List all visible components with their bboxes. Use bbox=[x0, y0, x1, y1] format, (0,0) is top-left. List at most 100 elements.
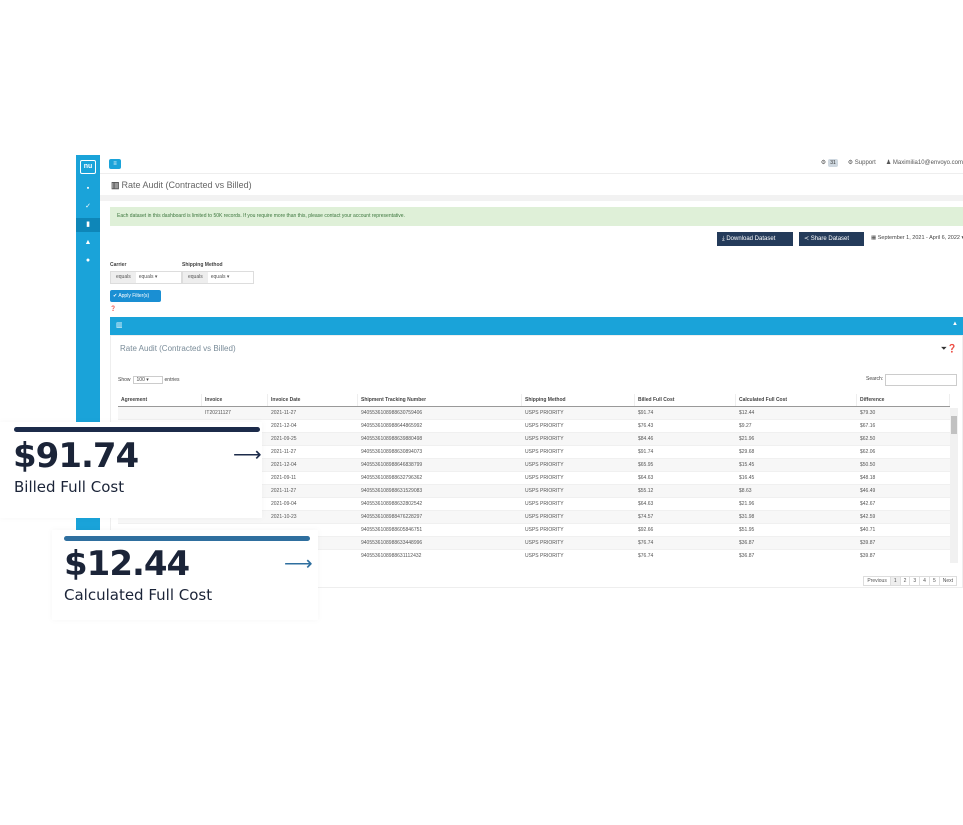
table-cell: $55.12 bbox=[638, 488, 654, 494]
table-cell: USPS PRIORITY bbox=[525, 449, 564, 455]
date-range-picker[interactable]: ▦ September 1, 2021 - April 6, 2022 ▾ bbox=[871, 235, 963, 241]
column-header[interactable]: Difference bbox=[857, 394, 950, 406]
table-cell: 9405536108988639880498 bbox=[361, 436, 423, 442]
help-icon[interactable]: ❓ bbox=[110, 306, 116, 312]
table-cell: $48.18 bbox=[860, 475, 876, 481]
shipping-method-filter[interactable]: equals equals ▾ bbox=[182, 271, 254, 284]
table-cell: $62.06 bbox=[860, 449, 876, 455]
table-cell: 2021-10-23 bbox=[271, 514, 297, 520]
table-cell: 9405536108988632802542 bbox=[361, 501, 423, 507]
menu-toggle-button[interactable]: ≡ bbox=[109, 159, 121, 169]
calculated-cost-callout: $12.44 ⟶ Calculated Full Cost bbox=[52, 530, 318, 620]
search-input[interactable] bbox=[885, 374, 957, 386]
info-alert: Each dataset in this dashboard is limite… bbox=[110, 207, 963, 226]
column-header[interactable]: Billed Full Cost bbox=[635, 394, 736, 406]
bar-chart-icon: ▥ bbox=[111, 180, 120, 190]
apply-filters-button[interactable]: ✔ Apply Filter(s) bbox=[110, 290, 161, 302]
column-header[interactable]: Invoice bbox=[202, 394, 268, 406]
carrier-op-dropdown-label: equals bbox=[138, 274, 154, 280]
table-cell: USPS PRIORITY bbox=[525, 540, 564, 546]
show-entries: Show 100 ▾ entries bbox=[118, 376, 180, 384]
page-title: ▥ Rate Audit (Contracted vs Billed) bbox=[111, 180, 252, 191]
table-cell: USPS PRIORITY bbox=[525, 527, 564, 533]
user-email: Maximilia10@envoyo.com bbox=[892, 160, 963, 166]
table-cell: $21.96 bbox=[739, 436, 755, 442]
table-cell: USPS PRIORITY bbox=[525, 488, 564, 494]
table-cell: $9.27 bbox=[739, 423, 752, 429]
support-link[interactable]: ⚙ Support bbox=[848, 159, 876, 166]
carrier-filter[interactable]: equals equals ▾ bbox=[110, 271, 182, 284]
table-cell: $40.71 bbox=[860, 527, 876, 533]
carrier-op-dropdown[interactable]: equals ▾ bbox=[136, 272, 161, 283]
table-cell: USPS PRIORITY bbox=[525, 423, 564, 429]
table-cell: $42.59 bbox=[860, 514, 876, 520]
date-range-text: September 1, 2021 - April 6, 2022 bbox=[877, 235, 960, 241]
table-cell: 2021-12-04 bbox=[271, 462, 297, 468]
entries-label: entries bbox=[164, 377, 180, 383]
table-cell: $36.87 bbox=[739, 540, 755, 546]
shipping-method-op-dropdown[interactable]: equals ▾ bbox=[208, 272, 233, 283]
entries-select[interactable]: 100 ▾ bbox=[132, 376, 163, 384]
settings-icon[interactable]: ● bbox=[76, 254, 100, 268]
share-dataset-button[interactable]: ≺ Share Dataset bbox=[799, 232, 864, 246]
share-icon: ≺ bbox=[804, 236, 811, 242]
callout-value: $91.74 bbox=[13, 436, 139, 476]
table-cell: 9405536108988632796362 bbox=[361, 475, 423, 481]
table-cell: USPS PRIORITY bbox=[525, 553, 564, 559]
table-cell: $21.96 bbox=[739, 501, 755, 507]
user-menu[interactable]: ♟ Maximilia10@envoyo.com bbox=[886, 159, 963, 166]
table-cell: $76.74 bbox=[638, 553, 654, 559]
table-cell: 2021-11-27 bbox=[271, 449, 297, 455]
table-cell: $91.74 bbox=[638, 410, 654, 416]
search-label: Search: bbox=[866, 376, 884, 382]
download-dataset-button[interactable]: ⤓ Download Dataset bbox=[717, 232, 793, 246]
table-cell: $76.74 bbox=[638, 540, 654, 546]
table-cell: $91.74 bbox=[638, 449, 654, 455]
column-header[interactable]: Shipment Tracking Number bbox=[358, 394, 522, 406]
column-header[interactable]: Invoice Date bbox=[268, 394, 358, 406]
billed-cost-callout: $91.74 ⟶ Billed Full Cost bbox=[0, 422, 262, 518]
notifications[interactable]: ⚙ 31 bbox=[821, 159, 838, 167]
check-icon[interactable]: ✓ bbox=[76, 200, 100, 214]
arrow-right-icon: ⟶ bbox=[284, 553, 313, 575]
table-header: Agreement Invoice Invoice Date Shipment … bbox=[118, 394, 950, 407]
divider bbox=[100, 195, 963, 201]
table-cell: $8.63 bbox=[739, 488, 752, 494]
table-cell bbox=[118, 407, 202, 419]
carrier-filter-label: Carrier bbox=[110, 262, 127, 268]
table-row[interactable]: IT20211127 2021-11-27 94055361089886307594… bbox=[118, 407, 950, 420]
panel-header: ▥ ▲ bbox=[110, 317, 963, 335]
column-header[interactable]: Agreement bbox=[118, 394, 202, 406]
help-circle-icon[interactable]: ❓ bbox=[947, 344, 957, 353]
column-header[interactable]: Shipping Method bbox=[522, 394, 635, 406]
table-cell: $51.95 bbox=[739, 527, 755, 533]
table-cell: USPS PRIORITY bbox=[525, 410, 564, 416]
page-next[interactable]: Next bbox=[938, 576, 957, 586]
table-cell: 2021-09-04 bbox=[271, 501, 297, 507]
table-cell: 9405536108988646838799 bbox=[361, 462, 423, 468]
table-cell: USPS PRIORITY bbox=[525, 436, 564, 442]
table-cell: $12.44 bbox=[739, 410, 755, 416]
table-cell: 9405536108988605846751 bbox=[361, 527, 423, 533]
table-cell: $67.16 bbox=[860, 423, 876, 429]
page-previous[interactable]: Previous bbox=[863, 576, 891, 586]
table-cell: 9405536108988631112432 bbox=[361, 553, 422, 559]
share-label: Share Dataset bbox=[810, 236, 850, 242]
dashboard-icon[interactable]: ▪ bbox=[76, 182, 100, 196]
app-logo: nu bbox=[80, 160, 96, 174]
top-bar: ≡ ⚙ 31 ⚙ Support ♟ Maximilia10@envoyo.com bbox=[100, 155, 963, 174]
truck-icon[interactable]: ▲ bbox=[76, 236, 100, 250]
table-cell: USPS PRIORITY bbox=[525, 514, 564, 520]
table-cell: $31.98 bbox=[739, 514, 755, 520]
callout-label: Calculated Full Cost bbox=[64, 586, 213, 604]
collapse-caret-icon[interactable]: ▲ bbox=[952, 321, 958, 327]
table-cell: 9405536108988644865992 bbox=[361, 423, 423, 429]
column-header[interactable]: Calculated Full Cost bbox=[736, 394, 857, 406]
chart-icon[interactable]: ▮ bbox=[76, 218, 100, 232]
apply-label: Apply Filter(s) bbox=[118, 293, 150, 299]
scroll-thumb[interactable] bbox=[951, 416, 957, 434]
table-scrollbar[interactable] bbox=[950, 408, 958, 563]
page-title-text: Rate Audit (Contracted vs Billed) bbox=[121, 180, 252, 190]
show-label: Show bbox=[118, 377, 131, 383]
table-cell: $50.50 bbox=[860, 462, 876, 468]
